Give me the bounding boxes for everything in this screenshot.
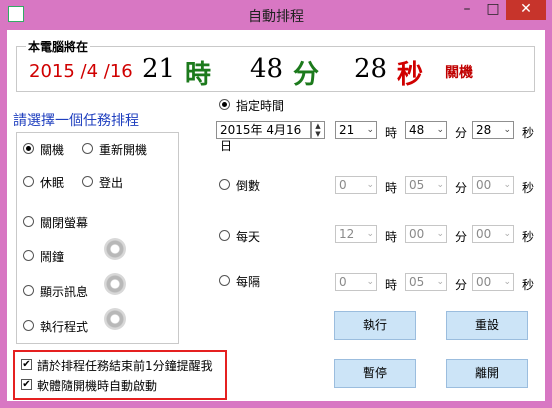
clock-hour-unit: 時 <box>185 60 212 90</box>
countdown-second-unit: 秒 <box>522 181 535 195</box>
interval-hour-select[interactable]: 0 ⌄ <box>335 273 377 291</box>
daily-second-unit: 秒 <box>522 230 535 244</box>
countdown-minute-select[interactable]: 05 ⌄ <box>405 176 447 194</box>
radio-sleep[interactable] <box>23 176 34 187</box>
radio-logout[interactable] <box>82 176 93 187</box>
daily-hour-select[interactable]: 12 ⌄ <box>335 225 377 243</box>
message-settings-gear-icon[interactable] <box>104 273 126 295</box>
label-run-program: 執行程式 <box>40 320 89 334</box>
maximize-button[interactable]: □ <box>480 0 506 20</box>
clock-date: 2015 /4 /16 <box>29 61 133 82</box>
radio-shutdown[interactable] <box>23 143 34 154</box>
label-logout: 登出 <box>99 176 124 190</box>
specific-hour-unit: 時 <box>385 126 398 140</box>
task-box <box>16 132 179 344</box>
clock-second-unit: 秒 <box>397 60 424 90</box>
clock-label: 本電腦將在 <box>26 38 91 55</box>
clock-minute: 48 <box>250 54 284 84</box>
radio-specific-time[interactable] <box>219 99 230 110</box>
interval-hour-unit: 時 <box>385 278 398 292</box>
close-button[interactable]: ✕ <box>506 0 546 20</box>
clock-hour: 21 <box>142 54 176 84</box>
radio-daily[interactable] <box>219 230 230 241</box>
label-alarm: 鬧鐘 <box>40 250 65 264</box>
radio-message[interactable] <box>23 285 34 296</box>
minimize-button[interactable]: – <box>454 0 480 20</box>
specific-hour-select[interactable]: 21 ⌄ <box>335 121 377 139</box>
clock-action: 關機 <box>445 65 473 81</box>
specific-second-select[interactable]: 28 ⌄ <box>472 121 514 139</box>
task-title: 請選擇一個任務排程 <box>13 113 139 129</box>
specific-second-unit: 秒 <box>522 126 535 140</box>
interval-second-select[interactable]: 00 ⌄ <box>472 273 514 291</box>
interval-minute-unit: 分 <box>455 278 468 292</box>
countdown-minute-unit: 分 <box>455 181 468 195</box>
remind-checkbox[interactable]: ✔ <box>21 359 32 370</box>
label-restart: 重新開機 <box>99 143 148 157</box>
label-daily: 每天 <box>236 230 261 244</box>
autostart-checkbox[interactable]: ✔ <box>21 379 32 390</box>
remind-label: 請於排程任務結束前1分鐘提醒我 <box>37 359 213 373</box>
specific-minute-select[interactable]: 48 ⌄ <box>405 121 447 139</box>
label-shutdown: 關機 <box>40 143 65 157</box>
label-specific-time: 指定時間 <box>236 99 285 113</box>
label-interval: 每隔 <box>236 275 261 289</box>
countdown-hour-unit: 時 <box>385 181 398 195</box>
program-settings-gear-icon[interactable] <box>104 308 126 330</box>
date-picker[interactable]: 2015年 4月16日 <box>216 121 311 153</box>
date-spin-button[interactable]: ▲ ▼ <box>311 121 325 139</box>
label-sleep: 休眠 <box>40 176 65 190</box>
pause-button[interactable]: 暫停 <box>334 359 416 388</box>
daily-minute-unit: 分 <box>455 230 468 244</box>
alarm-settings-gear-icon[interactable] <box>104 238 126 260</box>
titlebar: 自動排程 – □ ✕ <box>0 0 552 30</box>
autostart-label: 軟體隨開機時自動啟動 <box>37 379 158 393</box>
label-countdown: 倒數 <box>236 179 261 193</box>
specific-minute-unit: 分 <box>455 126 468 140</box>
radio-interval[interactable] <box>219 275 230 286</box>
label-screen-off: 關閉螢幕 <box>40 216 89 230</box>
daily-hour-unit: 時 <box>385 230 398 244</box>
countdown-second-select[interactable]: 00 ⌄ <box>472 176 514 194</box>
reset-button[interactable]: 重設 <box>446 311 528 340</box>
radio-restart[interactable] <box>82 143 93 154</box>
radio-screen-off[interactable] <box>23 216 34 227</box>
run-button[interactable]: 執行 <box>334 311 416 340</box>
radio-alarm[interactable] <box>23 250 34 261</box>
countdown-hour-select[interactable]: 0 ⌄ <box>335 176 377 194</box>
exit-button[interactable]: 離開 <box>446 359 528 388</box>
daily-minute-select[interactable]: 00 ⌄ <box>405 225 447 243</box>
clock-minute-unit: 分 <box>293 60 320 90</box>
radio-countdown[interactable] <box>219 179 230 190</box>
label-message: 顯示訊息 <box>40 285 89 299</box>
interval-second-unit: 秒 <box>522 278 535 292</box>
interval-minute-select[interactable]: 05 ⌄ <box>405 273 447 291</box>
clock-second: 28 <box>354 54 388 84</box>
radio-run-program[interactable] <box>23 320 34 331</box>
daily-second-select[interactable]: 00 ⌄ <box>472 225 514 243</box>
